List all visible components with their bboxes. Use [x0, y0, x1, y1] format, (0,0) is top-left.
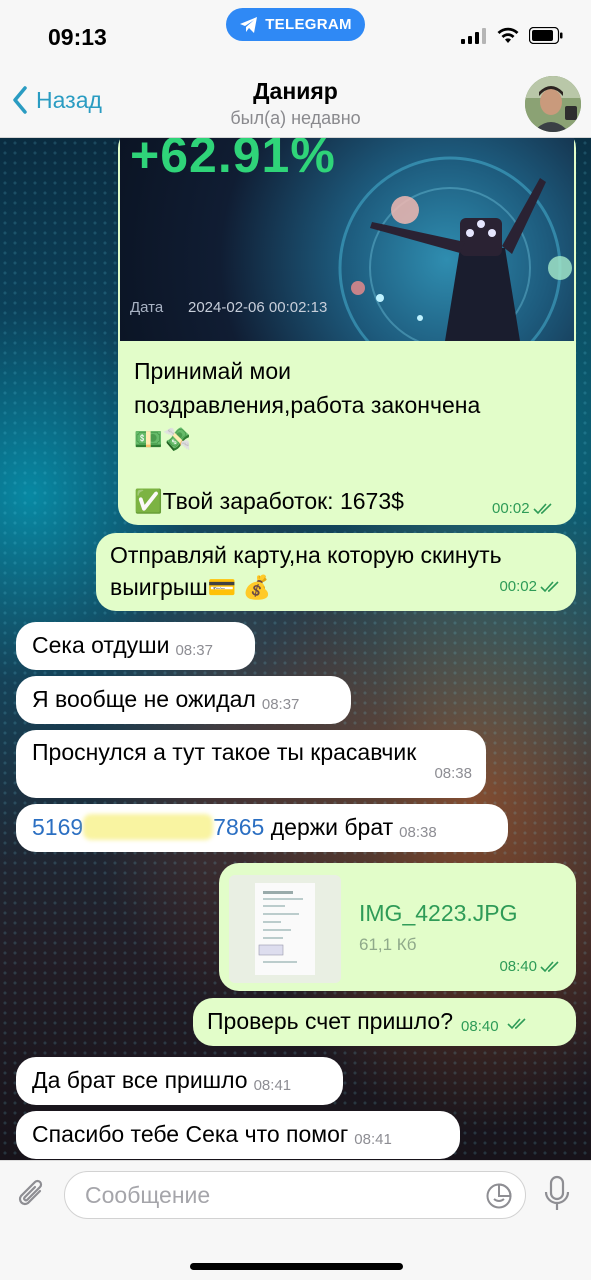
result-image[interactable]: +62.91% Дата 2024-02-06 00:02:13 [120, 138, 574, 341]
message-outgoing[interactable]: Отправляй карту,на которую скинуть выигр… [96, 533, 576, 611]
message-meta: 08:40 [499, 951, 562, 983]
message-time: 08:41 [354, 1131, 392, 1148]
message-time: 08:37 [261, 696, 300, 713]
avatar[interactable] [525, 76, 581, 132]
file-size: 61,1 Кб [359, 935, 417, 954]
contact-status: был(а) недавно [230, 108, 361, 128]
battery-icon [529, 27, 563, 44]
message-input[interactable] [85, 1172, 465, 1218]
card-number-start[interactable]: 5169 [32, 814, 83, 840]
wifi-icon [497, 27, 519, 43]
double-check-icon [532, 502, 552, 514]
message-text-line1: Отправляй карту,на которую скинуть [110, 542, 502, 568]
message-incoming[interactable]: Проснулся а тут такое ты красавчик 08:38 [16, 730, 486, 798]
message-incoming[interactable]: Сека отдуши 08:37 [16, 622, 255, 670]
card-text-line1: Принимай мои [134, 358, 292, 384]
status-bar: 09:13 TELEGRAM [0, 0, 591, 62]
message-time: 00:02 [499, 578, 537, 595]
card-text: Принимай мои поздравления,работа законче… [134, 354, 564, 518]
status-time: 09:13 [48, 24, 107, 50]
contact-name[interactable]: Данияр [0, 78, 591, 105]
telegram-icon [240, 16, 258, 33]
message-meta: 08:38 [434, 758, 472, 790]
chat-header: Назад Данияр был(а) недавно [0, 62, 591, 138]
message-time: 00:02 [492, 500, 530, 517]
card-text-line2: поздравления,работа закончена [134, 392, 481, 418]
message-text: Спасибо тебе Сека что помог [32, 1121, 349, 1147]
message-text: Я вообще не ожидал [32, 686, 256, 712]
signal-icon [461, 27, 486, 44]
message-time: 08:40 [499, 958, 537, 975]
message-outgoing[interactable]: Проверь счет пришло? 08:40 [193, 998, 576, 1046]
message-incoming[interactable]: Я вообще не ожидал 08:37 [16, 676, 351, 724]
message-text: Проснулся а тут такое ты красавчик [32, 739, 417, 765]
message-incoming[interactable]: 5169 7865 держи брат 08:38 [16, 804, 508, 852]
telegram-pill[interactable]: TELEGRAM [226, 8, 365, 41]
card-emoji: 💵💸 [134, 426, 192, 452]
message-time: 08:38 [434, 765, 472, 782]
message-meta: 00:02 [499, 571, 562, 603]
message-meta: 00:02 [492, 500, 555, 517]
message-time: 08:40 [461, 1018, 499, 1035]
message-incoming[interactable]: Спасибо тебе Сека что помог 08:41 [16, 1111, 460, 1159]
telegram-pill-label: TELEGRAM [265, 16, 352, 33]
double-check-icon [540, 581, 559, 593]
message-incoming[interactable]: Да брат все пришло 08:41 [16, 1057, 343, 1105]
message-text: Проверь счет пришло? [207, 1008, 454, 1034]
double-check-icon [540, 961, 559, 973]
microphone-icon[interactable] [543, 1175, 571, 1213]
message-text: держи брат [264, 814, 394, 840]
home-indicator[interactable] [190, 1263, 403, 1270]
message-time: 08:41 [253, 1077, 292, 1094]
message-text-line2: выигрыш💳 💰 [110, 574, 272, 600]
message-text: Сека отдуши [32, 632, 170, 658]
profit-percent: +62.91% [130, 138, 336, 183]
file-name[interactable]: IMG_4223.JPG [359, 897, 518, 929]
message-composer [0, 1160, 591, 1280]
double-check-icon [507, 1018, 526, 1030]
file-message[interactable]: IMG_4223.JPG 61,1 Кб 08:40 [219, 863, 576, 991]
message-text: Да брат все пришло [32, 1067, 248, 1093]
message-input-box[interactable] [64, 1171, 526, 1219]
sticker-icon[interactable] [485, 1182, 513, 1210]
status-icons [461, 27, 563, 44]
paperclip-icon[interactable] [16, 1177, 48, 1213]
date-label: Дата [130, 299, 164, 316]
message-time: 08:37 [175, 642, 213, 659]
message-time: 08:38 [399, 824, 437, 841]
card-number-end[interactable]: 7865 [213, 814, 264, 840]
date-value: 2024-02-06 00:02:13 [188, 299, 328, 316]
file-thumbnail[interactable] [229, 875, 341, 983]
redacted-highlight [83, 814, 214, 840]
